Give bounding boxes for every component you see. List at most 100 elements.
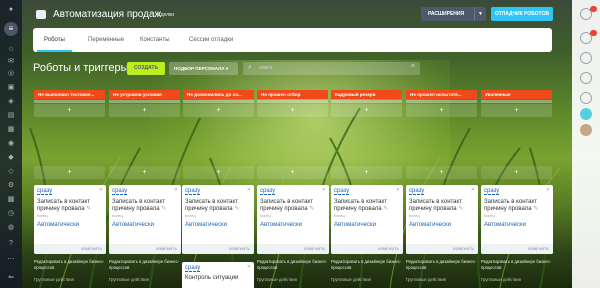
add-trigger-button[interactable]: + xyxy=(109,104,180,117)
crm-icon[interactable]: ◈ xyxy=(6,98,16,106)
tab-debug-sessions[interactable]: Сессии отладки xyxy=(182,28,240,52)
add-trigger-button[interactable]: + xyxy=(406,104,477,117)
help-icon[interactable]: ? xyxy=(6,240,16,248)
robot-card-secondary[interactable]: сразу ✕ Контроль ситуации xyxy=(182,262,254,288)
edit-button[interactable]: ИЗМЕНИТЬ xyxy=(229,247,250,251)
add-trigger-button[interactable]: + xyxy=(34,104,105,117)
designer-link[interactable]: Редактировать в дизайнере бизнес-процесс… xyxy=(406,259,476,270)
pipeline-select[interactable]: ПОДБОР ПЕРСОНАЛА ▾ xyxy=(169,62,238,75)
close-icon[interactable]: ✕ xyxy=(174,187,178,193)
robot-mode[interactable]: Автоматически xyxy=(260,222,302,228)
robot-delay[interactable]: сразу xyxy=(260,188,276,195)
chevron-down-icon[interactable]: ▼ xyxy=(474,7,486,21)
automation-icon[interactable]: ◆ xyxy=(6,154,16,162)
group-actions-link[interactable]: Групповые действия xyxy=(34,277,106,283)
robots-icon[interactable]: ◉ xyxy=(6,140,16,148)
star-icon[interactable]: ☆ xyxy=(6,46,16,54)
apps-icon[interactable]: ▩ xyxy=(6,196,16,204)
add-robot-button[interactable]: + xyxy=(331,166,402,179)
robot-mode[interactable]: Автоматически xyxy=(334,222,376,228)
settings-icon[interactable]: ⚙ xyxy=(6,182,16,190)
robot-card[interactable]: сразу ✕ Записать в контакт причину прова… xyxy=(331,185,403,254)
tab-constants[interactable]: Константы xyxy=(133,28,177,52)
robot-mode[interactable]: Автоматически xyxy=(112,222,154,228)
close-icon[interactable]: ✕ xyxy=(247,187,251,193)
designer-link[interactable]: Редактировать в дизайнере бизнес-процесс… xyxy=(34,259,104,270)
contacts-icon[interactable]: ◇ xyxy=(6,168,16,176)
collapse-icon[interactable]: ⇐ xyxy=(6,274,16,282)
add-trigger-button[interactable]: + xyxy=(257,104,328,117)
robot-card[interactable]: сразу ✕ Записать в контакт причину прова… xyxy=(257,185,329,254)
robot-delay[interactable]: сразу xyxy=(112,188,128,195)
edit-button[interactable]: ИЗМЕНИТЬ xyxy=(156,247,177,251)
robot-delay[interactable]: сразу xyxy=(185,265,201,272)
close-icon[interactable]: ✕ xyxy=(99,187,103,193)
close-icon[interactable]: ✕ xyxy=(546,187,550,193)
robot-delay[interactable]: сразу xyxy=(185,188,201,195)
designer-link[interactable]: Редактировать в дизайнере бизнес-процесс… xyxy=(481,259,551,270)
search-icon[interactable] xyxy=(580,72,592,84)
robot-mode[interactable]: Автоматически xyxy=(409,222,451,228)
close-icon[interactable]: ✕ xyxy=(471,187,475,193)
tab-robots[interactable]: Роботы xyxy=(37,28,72,52)
designer-link[interactable]: Редактировать в дизайнере бизнес-процесс… xyxy=(257,259,327,270)
search-input[interactable]: ⌕ поиск × xyxy=(243,62,420,75)
calendar-icon[interactable]: ▣ xyxy=(6,84,16,92)
group-actions-link[interactable]: Групповые действия xyxy=(331,277,403,283)
robot-card[interactable]: сразу ✕ Записать в контакт причину прова… xyxy=(109,185,181,254)
bitrix-logo-icon[interactable]: ● xyxy=(6,6,16,14)
robot-delay[interactable]: сразу xyxy=(37,188,53,195)
tasks-icon[interactable]: ◎ xyxy=(6,70,16,78)
reports-icon[interactable]: ▦ xyxy=(6,126,16,134)
robot-mode[interactable]: Автоматически xyxy=(185,222,227,228)
group-actions-link[interactable]: Групповые действия xyxy=(406,277,478,283)
add-trigger-button[interactable]: + xyxy=(183,104,254,117)
chat-icon[interactable]: ✉ xyxy=(6,58,16,66)
robot-debugger-button[interactable]: ОТЛАДЧИК РОБОТОВ xyxy=(491,7,553,21)
edit-button[interactable]: ИЗМЕНИТЬ xyxy=(528,247,549,251)
tab-variables[interactable]: Переменные xyxy=(81,28,131,52)
group-actions-link[interactable]: Групповые действия xyxy=(481,277,553,283)
robot-delay[interactable]: сразу xyxy=(334,188,350,195)
robot-card[interactable]: сразу ✕ Записать в контакт причину прова… xyxy=(481,185,553,254)
add-trigger-button[interactable]: + xyxy=(331,104,402,117)
add-robot-button[interactable]: + xyxy=(34,166,105,179)
edit-button[interactable]: ИЗМЕНИТЬ xyxy=(81,247,102,251)
close-icon[interactable]: ✕ xyxy=(322,187,326,193)
robot-card[interactable]: сразу ✕ Записать в контакт причину прова… xyxy=(34,185,106,254)
designer-link[interactable]: Редактировать в дизайнере бизнес-процесс… xyxy=(109,259,179,270)
add-trigger-button[interactable]: + xyxy=(481,104,552,117)
robot-mode[interactable]: Автоматически xyxy=(484,222,526,228)
add-robot-button[interactable]: + xyxy=(481,166,552,179)
group-actions-link[interactable]: Групповые действия xyxy=(109,277,181,283)
robot-mode[interactable]: Автоматически xyxy=(37,222,79,228)
close-icon[interactable]: × xyxy=(411,63,415,70)
time-icon[interactable]: ◷ xyxy=(6,210,16,218)
close-icon[interactable]: ✕ xyxy=(247,264,251,270)
drive-icon[interactable]: ▤ xyxy=(6,112,16,120)
messenger-icon[interactable] xyxy=(580,52,592,64)
avatar[interactable] xyxy=(580,124,592,136)
more-icon[interactable]: ⋯ xyxy=(6,256,16,264)
entity-label[interactable]: Сделки xyxy=(157,12,174,18)
close-icon[interactable]: ✕ xyxy=(396,187,400,193)
designer-link[interactable]: Редактировать в дизайнере бизнес-процесс… xyxy=(331,259,401,270)
add-robot-button[interactable]: + xyxy=(183,166,254,179)
create-button[interactable]: СОЗДАТЬ xyxy=(127,62,165,75)
robot-card[interactable]: сразу ✕ Записать в контакт причину прова… xyxy=(182,185,254,254)
extensions-button[interactable]: РАСШИРЕНИЯ ▼ xyxy=(421,7,486,21)
menu-toggle-button[interactable]: ≡ xyxy=(4,22,18,36)
edit-button[interactable]: ИЗМЕНИТЬ xyxy=(453,247,474,251)
bell-icon[interactable] xyxy=(580,92,592,104)
robot-delay[interactable]: сразу xyxy=(409,188,425,195)
group-actions-link[interactable]: Групповые действия xyxy=(257,277,329,283)
add-robot-button[interactable]: + xyxy=(257,166,328,179)
edit-button[interactable]: ИЗМЕНИТЬ xyxy=(378,247,399,251)
open-lines-icon[interactable] xyxy=(580,108,592,120)
sites-icon[interactable]: ◍ xyxy=(6,224,16,232)
robot-delay[interactable]: сразу xyxy=(484,188,500,195)
edit-button[interactable]: ИЗМЕНИТЬ xyxy=(304,247,325,251)
add-robot-button[interactable]: + xyxy=(406,166,477,179)
add-robot-button[interactable]: + xyxy=(109,166,180,179)
robot-card[interactable]: сразу ✕ Записать в контакт причину прова… xyxy=(406,185,478,254)
